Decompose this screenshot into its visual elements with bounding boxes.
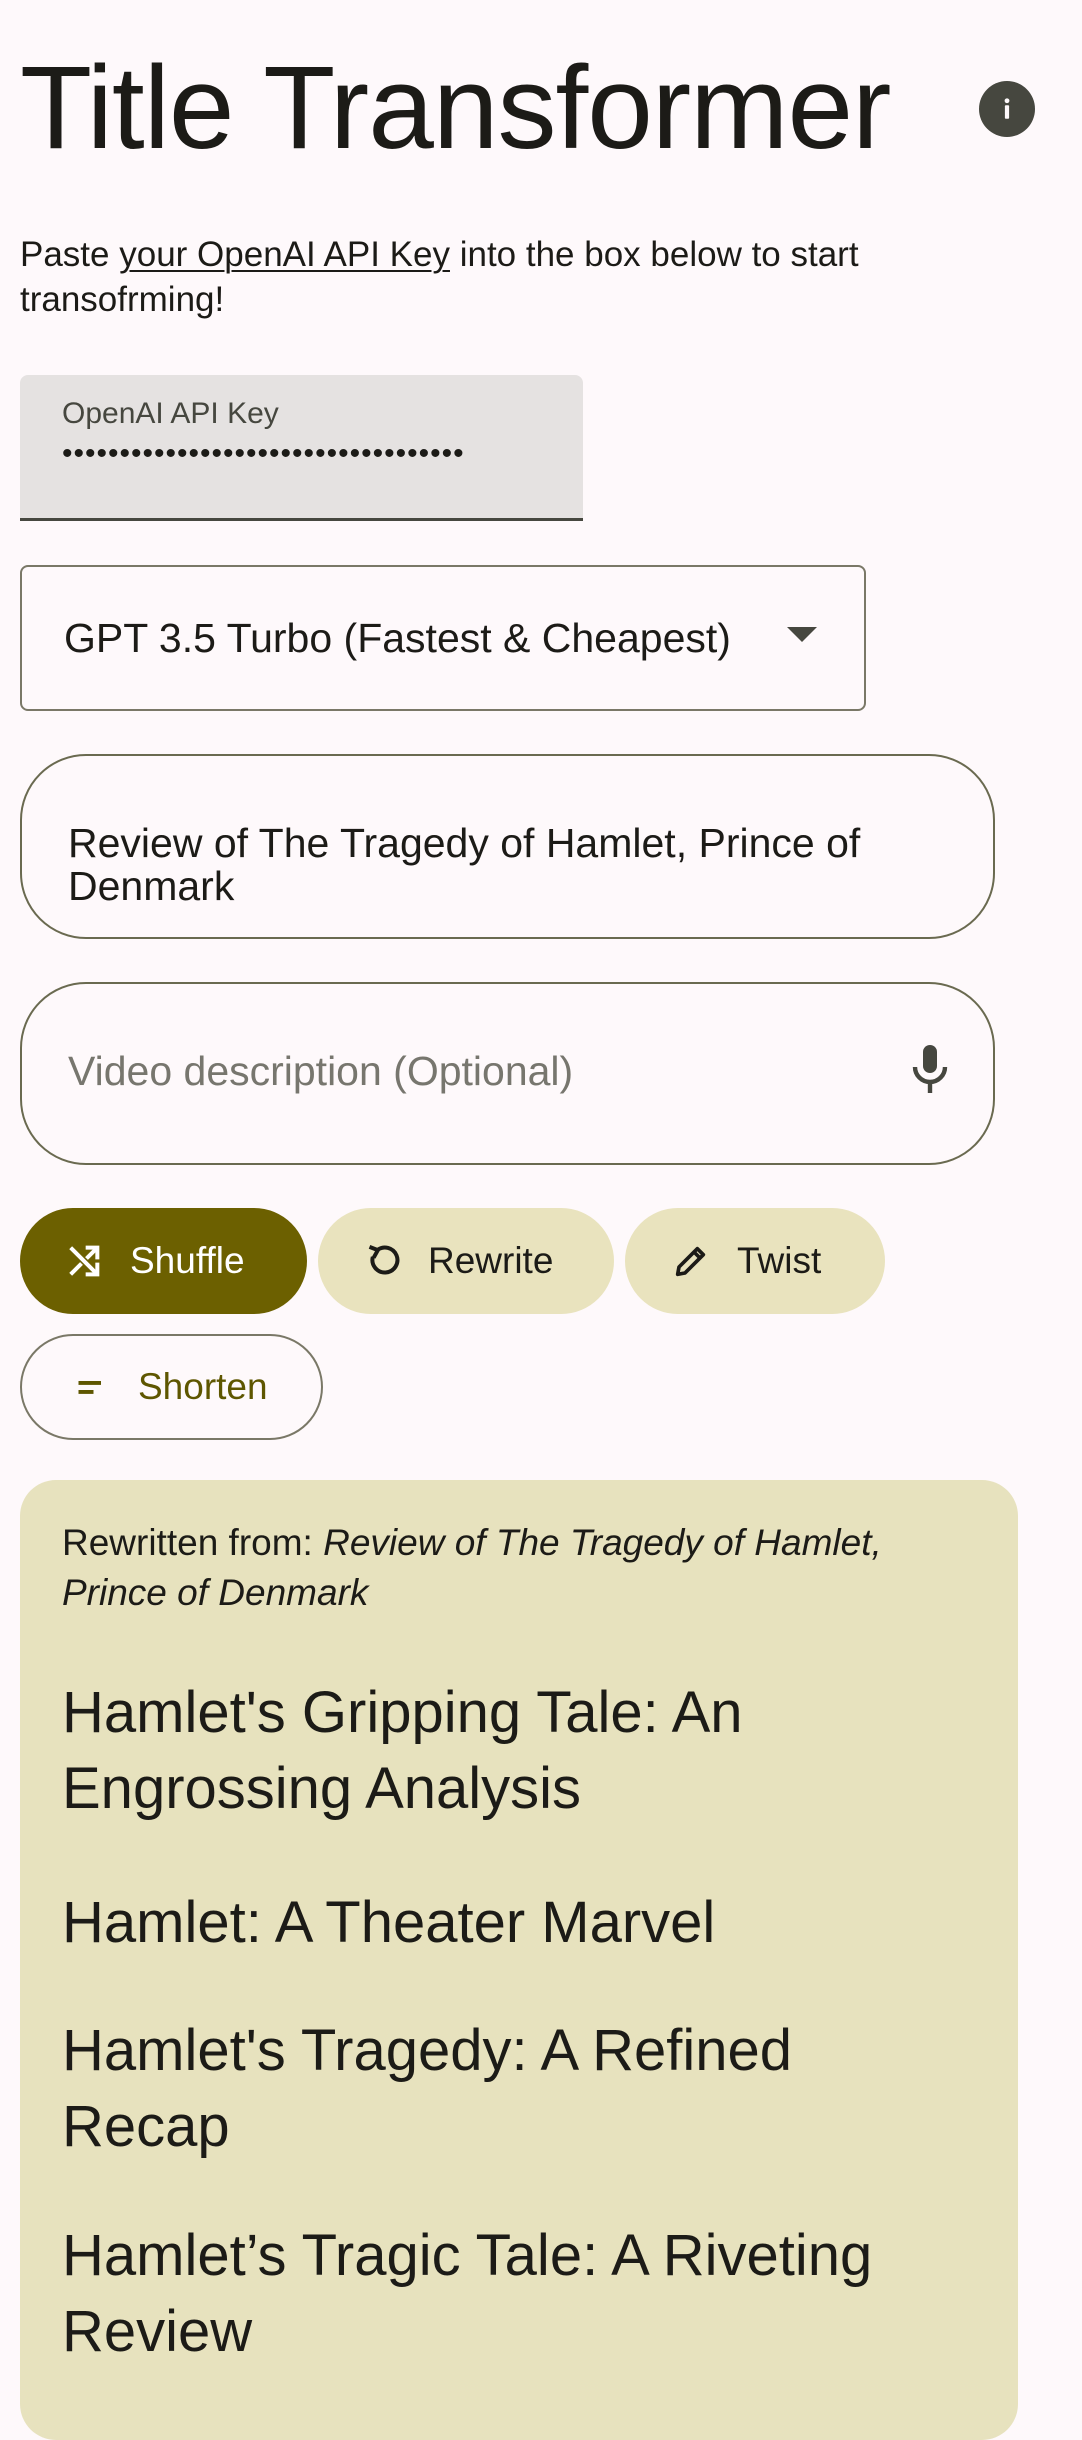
title-input-value[interactable]: Review of The Tragedy of Hamlet, Prince … [68,822,948,908]
rewrite-icon [358,1237,406,1285]
source-prefix: Rewritten from: [62,1522,324,1563]
model-select[interactable]: GPT 3.5 Turbo (Fastest & Cheapest) [20,565,866,711]
shorten-button[interactable]: Shorten [20,1334,323,1440]
intro-text: Paste your OpenAI API Key into the box b… [20,232,980,322]
shorten-icon [68,1363,116,1411]
page-title: Title Transformer [20,42,891,174]
result-title[interactable]: Hamlet’s Tragic Tale: A Riveting Review [62,2218,962,2370]
description-input[interactable]: Video description (Optional) [20,982,995,1165]
pencil-icon [667,1237,715,1285]
microphone-icon [912,1045,948,1093]
source-line: Rewritten from: Review of The Tragedy of… [62,1518,942,1618]
twist-label: Twist [737,1240,822,1281]
api-key-value[interactable]: ••••••••••••••••••••••••••••••••••• [62,437,562,471]
result-title[interactable]: Hamlet's Tragedy: A Refined Recap [62,2013,962,2165]
api-key-label: OpenAI API Key [62,397,279,430]
rewrite-button[interactable]: Rewrite [318,1208,614,1314]
shuffle-icon [60,1237,108,1285]
description-placeholder: Video description (Optional) [68,1048,574,1094]
api-key-field[interactable]: OpenAI API Key •••••••••••••••••••••••••… [20,375,583,521]
info-button[interactable] [979,81,1035,137]
info-icon [1004,98,1010,119]
openai-api-key-link[interactable]: your OpenAI API Key [119,235,450,274]
rewrite-label: Rewrite [428,1240,554,1281]
model-select-value: GPT 3.5 Turbo (Fastest & Cheapest) [64,615,731,661]
dropdown-arrow-icon [787,627,817,642]
title-input[interactable]: Review of The Tragedy of Hamlet, Prince … [20,754,995,939]
microphone-button[interactable] [900,1040,960,1100]
intro-prefix: Paste [20,235,120,274]
result-title[interactable]: Hamlet's Gripping Tale: An Engrossing An… [62,1675,962,1827]
twist-button[interactable]: Twist [625,1208,885,1314]
shorten-label: Shorten [138,1366,268,1407]
results-card: Rewritten from: Review of The Tragedy of… [20,1480,1018,2440]
result-title[interactable]: Hamlet: A Theater Marvel [62,1885,962,1961]
shuffle-button[interactable]: Shuffle [20,1208,307,1314]
shuffle-label: Shuffle [130,1240,245,1281]
